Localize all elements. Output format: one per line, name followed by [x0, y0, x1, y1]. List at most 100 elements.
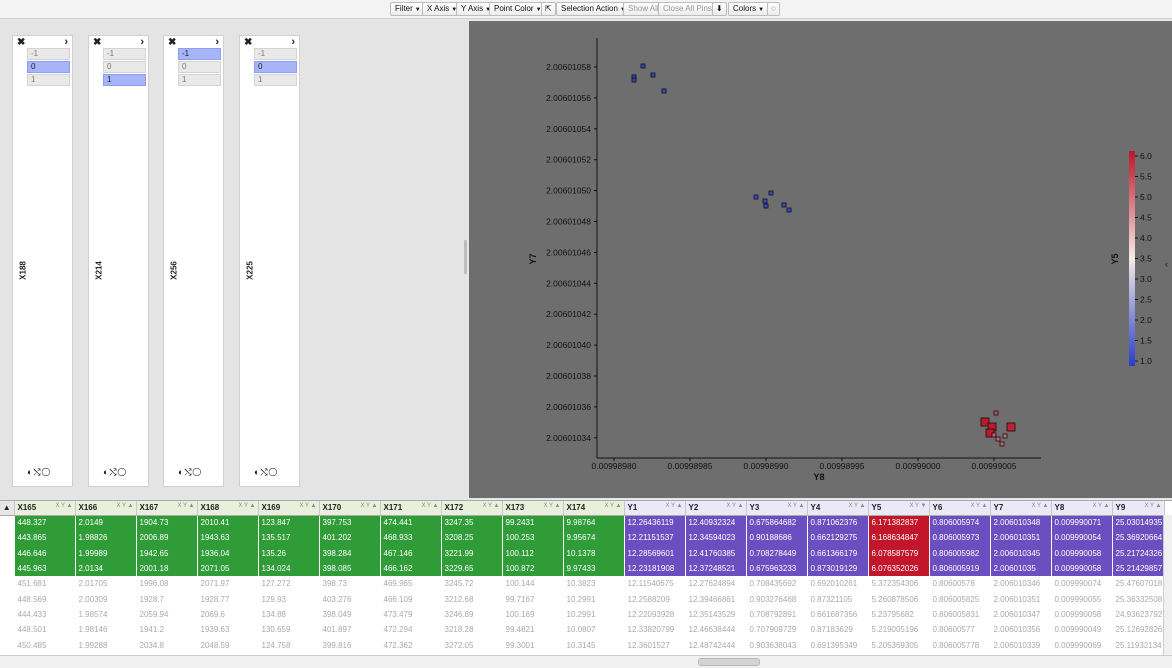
table-cell[interactable]: 3212.68 — [441, 591, 503, 607]
close-icon[interactable]: ✖ — [93, 37, 101, 48]
table-row[interactable]: 451.681 2.01705 1996.08 2071.97 127.272 398.7… — [0, 576, 1165, 592]
scatter-point[interactable] — [995, 436, 1001, 442]
scatter-point[interactable] — [1006, 422, 1016, 432]
column-header[interactable]: Y7 X Y ▲ — [990, 501, 1052, 516]
table-cell[interactable]: 0.708278449 — [746, 545, 808, 561]
table-cell[interactable]: 2.006010351 — [990, 530, 1052, 546]
table-row[interactable]: 445.963 2.0134 2001.18 2071.05 134.024 398.08… — [0, 560, 1165, 577]
column-header[interactable]: X165 X Y ▲ — [14, 501, 76, 516]
table-cell[interactable]: 5.23795682 — [868, 606, 930, 623]
table-cell[interactable]: 468.933 — [380, 530, 442, 546]
table-cell[interactable]: 466.162 — [380, 560, 442, 577]
table-cell[interactable]: 2.006010339 — [990, 637, 1052, 653]
column-header[interactable]: Y6 X Y ▲ — [929, 501, 991, 516]
sort-icon[interactable]: X Y ▲ — [55, 503, 72, 509]
filter-tools-icons[interactable]: ◐⤭◯ — [178, 467, 202, 478]
sort-icon[interactable]: X Y ▲ — [665, 503, 682, 509]
table-cell[interactable]: 0.009990058 — [1051, 545, 1113, 561]
sort-icon[interactable]: X Y ▲ — [1092, 503, 1109, 509]
table-cell[interactable]: 12.46638444 — [685, 622, 747, 638]
column-header[interactable]: Y5 X Y ▼ — [868, 501, 930, 516]
table-cell[interactable]: 9.97433 — [563, 560, 625, 577]
table-cell[interactable]: 10.2991 — [563, 606, 625, 623]
table-cell[interactable]: 25.11932134 — [1112, 637, 1165, 653]
table-cell[interactable]: 2.00309 — [75, 591, 137, 607]
table-cell[interactable]: 1941.2 — [136, 622, 198, 638]
table-cell[interactable]: 0.90188686 — [746, 530, 808, 546]
table-cell[interactable]: 0.80600578 — [929, 576, 991, 592]
table-cell[interactable]: 0.87321105 — [807, 591, 869, 607]
table-cell[interactable]: 123.847 — [258, 515, 320, 531]
filter-option[interactable]: 1 — [103, 74, 146, 86]
table-cell[interactable]: 3208.25 — [441, 530, 503, 546]
table-cell[interactable]: 99.2431 — [502, 515, 564, 531]
table-cell[interactable]: 129.93 — [258, 591, 320, 607]
table-cell[interactable]: 12.33820799 — [624, 622, 686, 638]
scatter-point[interactable] — [762, 198, 768, 204]
table-cell[interactable]: 398.73 — [319, 576, 381, 592]
table-cell[interactable]: 2069.6 — [197, 606, 259, 623]
sort-icon[interactable]: X Y ▲ — [482, 503, 499, 509]
table-cell[interactable]: 130.659 — [258, 622, 320, 638]
table-cell[interactable]: 100.144 — [502, 576, 564, 592]
table-cell[interactable]: 472.294 — [380, 622, 442, 638]
column-header[interactable]: Y1 X Y ▲ — [624, 501, 686, 516]
table-cell[interactable]: 0.903276468 — [746, 591, 808, 607]
table-cell[interactable]: 12.23181908 — [624, 560, 686, 577]
table-cell[interactable]: 12.48742444 — [685, 637, 747, 653]
table-cell[interactable]: 25.47607018 — [1112, 576, 1165, 592]
table-cell[interactable]: 2.006010345 — [990, 545, 1052, 561]
scatter-point[interactable] — [1002, 433, 1008, 439]
filter-option[interactable]: 0 — [27, 61, 70, 73]
table-cell[interactable]: 24.93623792 — [1112, 606, 1165, 623]
table-cell[interactable]: 0.661366179 — [807, 545, 869, 561]
row-selector[interactable] — [0, 622, 15, 638]
table-cell[interactable]: 5.260878506 — [868, 591, 930, 607]
table-cell[interactable]: 0.903638043 — [746, 637, 808, 653]
scatter-plot[interactable]: 2.00601058 2.00601056 2.00601054 2.00601052… — [469, 21, 1172, 498]
filter-option[interactable]: 1 — [178, 74, 221, 86]
table-cell[interactable]: 12.11540675 — [624, 576, 686, 592]
filter-tools-icons[interactable]: ◐⤭◯ — [27, 467, 51, 478]
colors-dropdown[interactable]: Colors ▼ — [728, 2, 770, 16]
selection-action-dropdown[interactable]: Selection Action▼ — [556, 2, 631, 16]
table-cell[interactable]: 2006.89 — [136, 530, 198, 546]
table-cell[interactable]: 0.708792891 — [746, 606, 808, 623]
table-row[interactable]: 446.646 1.99989 1942.65 1936.04 135.26 398.28… — [0, 545, 1165, 561]
popout-button[interactable]: ⇱ — [541, 2, 556, 16]
sort-icon[interactable]: X Y ▲ — [177, 503, 194, 509]
table-cell[interactable]: 3246.89 — [441, 606, 503, 623]
row-selector[interactable] — [0, 591, 15, 607]
table-cell[interactable]: 0.707909729 — [746, 622, 808, 638]
table-cell[interactable]: 135.517 — [258, 530, 320, 546]
table-row[interactable]: 444.433 1.98574 2059.94 2069.6 134.88 398.049… — [0, 606, 1165, 623]
table-cell[interactable]: 0.675864682 — [746, 515, 808, 531]
table-cell[interactable]: 10.1378 — [563, 545, 625, 561]
table-cell[interactable]: 2.006010351 — [990, 591, 1052, 607]
table-cell[interactable]: 446.646 — [14, 545, 76, 561]
table-cell[interactable]: 0.009990074 — [1051, 576, 1113, 592]
table-cell[interactable]: 1928.77 — [197, 591, 259, 607]
table-cell[interactable]: 3221.99 — [441, 545, 503, 561]
table-cell[interactable]: 2.006010356 — [990, 622, 1052, 638]
sort-icon[interactable]: X Y ▲ — [238, 503, 255, 509]
table-cell[interactable]: 134.88 — [258, 606, 320, 623]
filter-tools-icons[interactable]: ◐⤭◯ — [254, 467, 278, 478]
table-cell[interactable]: 12.39466861 — [685, 591, 747, 607]
close-icon[interactable]: ✖ — [244, 37, 252, 48]
table-cell[interactable]: 10.0807 — [563, 622, 625, 638]
table-cell[interactable]: 12.21151537 — [624, 530, 686, 546]
scatter-point[interactable] — [650, 72, 656, 78]
table-cell[interactable]: 12.40932324 — [685, 515, 747, 531]
table-cell[interactable]: 0.806005974 — [929, 515, 991, 531]
sort-icon[interactable]: X Y ▲ — [787, 503, 804, 509]
close-icon[interactable]: ✖ — [17, 37, 25, 48]
table-cell[interactable]: 12.3601527 — [624, 637, 686, 653]
chevron-right-icon[interactable]: › — [140, 36, 144, 48]
table-cell[interactable]: 12.22093928 — [624, 606, 686, 623]
table-cell[interactable]: 450.485 — [14, 637, 76, 653]
column-header[interactable]: X170 X Y ▲ — [319, 501, 381, 516]
table-cell[interactable]: 25.03014935 — [1112, 515, 1165, 531]
table-cell[interactable]: 2048.59 — [197, 637, 259, 653]
table-cell[interactable]: 6.076352026 — [868, 560, 930, 577]
